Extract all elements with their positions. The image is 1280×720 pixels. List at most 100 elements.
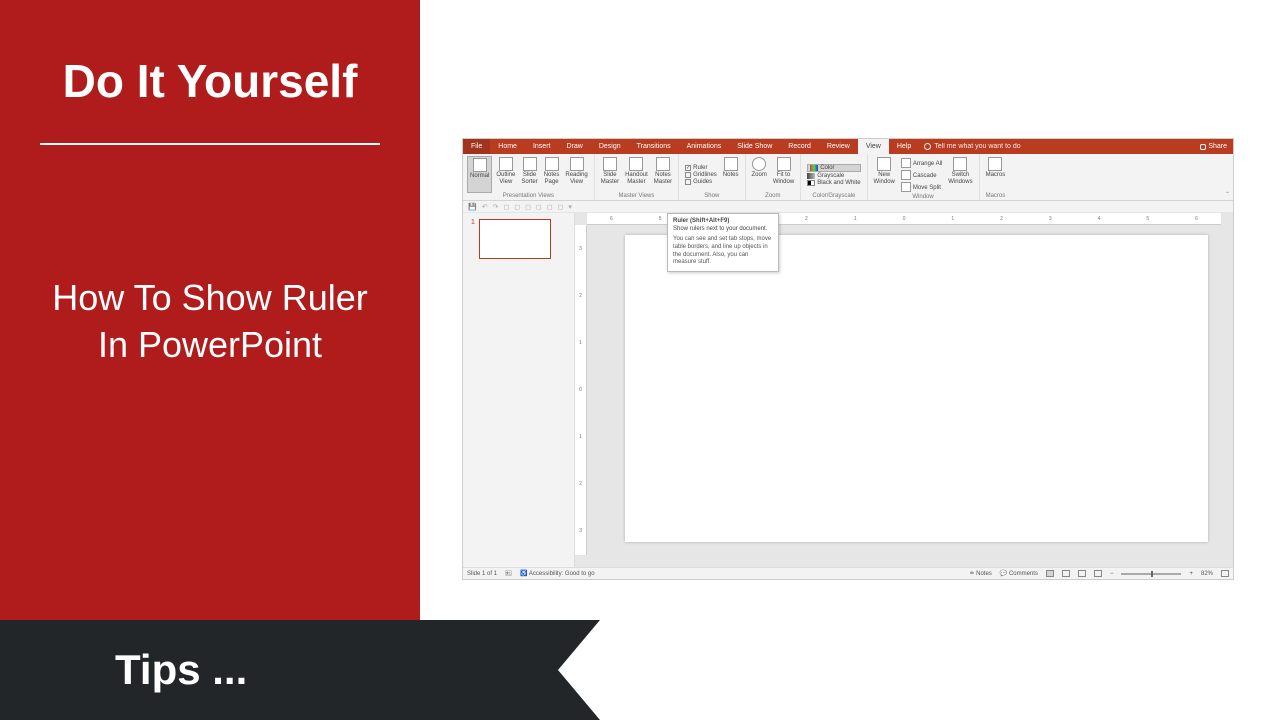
group-master-views: Slide Master Handout Master Notes Master… [595,154,679,200]
comments-button[interactable]: 💬 Comments [1000,570,1038,577]
ribbon-tabs: File Home Insert Draw Design Transitions… [463,139,1233,154]
tab-draw[interactable]: Draw [558,139,590,154]
lightbulb-icon [924,143,931,150]
macros-icon [988,157,1002,171]
lang-icon[interactable]: 🖭 [505,569,512,579]
checkbox-icon [685,179,691,185]
btn-macros[interactable]: Macros [984,156,1008,193]
tab-help[interactable]: Help [889,139,919,154]
group-show: ✓Ruler Gridlines Guides Notes Show [679,154,745,200]
notesmaster-icon [656,157,670,171]
share-button[interactable]: Share [1200,143,1227,150]
color-swatch-icon [810,165,818,171]
accessibility-status[interactable]: ♿ Accessibility: Good to go [520,570,595,577]
group-color-grayscale: Color Grayscale Black and White Color/Gr… [801,154,867,200]
btn-arrange-all[interactable]: Arrange All [901,158,942,169]
view-sorter-icon[interactable] [1062,570,1070,577]
zoom-in-button[interactable]: + [1189,571,1193,577]
tab-design[interactable]: Design [591,139,629,154]
notes-button[interactable]: ≐ Notes [969,570,991,577]
arrange-icon [901,158,911,168]
qat-item[interactable]: ◻ [547,203,553,211]
btn-grayscale[interactable]: Grayscale [807,173,860,179]
qat-save-icon[interactable]: 💾 [468,203,477,211]
tooltip-body: You can see and set tab stops, move tabl… [673,236,773,267]
view-normal-icon[interactable] [1046,570,1054,577]
zoom-icon [752,157,766,171]
tab-record[interactable]: Record [780,139,819,154]
qat-item[interactable]: ◻ [536,203,542,211]
btn-normal[interactable]: Normal [467,156,492,193]
btn-zoom[interactable]: Zoom [750,156,769,193]
group-label: Macros [986,193,1006,200]
btn-outline-view[interactable]: Outline View [494,156,517,193]
btn-cascade[interactable]: Cascade [901,170,942,181]
qat-item[interactable]: ◻ [514,203,520,211]
btn-notes[interactable]: Notes [721,156,741,193]
qat-item[interactable]: ◻ [558,203,564,211]
slidemaster-icon [603,157,617,171]
notespage-icon [545,157,559,171]
qat-redo-icon[interactable]: ↷ [493,203,499,211]
bw-swatch-icon [807,180,815,186]
banner-text: Tips ... [115,646,247,694]
checkbox-icon: ✓ [685,165,691,171]
btn-notes-page[interactable]: Notes Page [542,156,562,193]
qat-item[interactable]: ◻ [503,203,509,211]
qat-undo-icon[interactable]: ↶ [482,203,488,211]
view-slideshow-icon[interactable] [1094,570,1102,577]
thumb-number: 1 [471,219,475,259]
notes-icon [724,157,738,171]
fit-screen-icon[interactable] [1221,570,1229,577]
btn-new-window[interactable]: New Window [872,156,897,194]
btn-slide-sorter[interactable]: Slide Sorter [519,156,539,193]
tab-view[interactable]: View [858,139,889,154]
cascade-icon [901,170,911,180]
vertical-ruler[interactable]: 3210123 [575,225,587,555]
zoom-percentage[interactable]: 82% [1201,571,1213,577]
gray-swatch-icon [807,173,815,179]
slide-canvas[interactable] [625,235,1208,542]
switch-icon [953,157,967,171]
btn-handout-master[interactable]: Handout Master [623,156,650,193]
qat-more-icon[interactable]: ▾ [568,203,572,211]
chk-guides[interactable]: Guides [685,179,717,185]
btn-switch-windows[interactable]: Switch Windows [946,156,974,194]
view-reading-icon[interactable] [1078,570,1086,577]
tab-slideshow[interactable]: Slide Show [729,139,780,154]
thumbnail-item[interactable]: 1 [471,219,566,259]
group-macros: Macros Macros [980,154,1012,200]
tab-review[interactable]: Review [819,139,858,154]
zoom-knob[interactable] [1151,571,1153,577]
tell-me-search[interactable]: Tell me what you want to do [924,143,1020,150]
ruler-tooltip: Ruler (Shift+Alt+F9) Show rulers next to… [667,213,779,272]
zoom-out-button[interactable]: − [1110,571,1114,577]
share-label: Share [1208,143,1227,150]
slide-thumbnail[interactable] [479,219,551,259]
thumbnail-pane[interactable]: 1 [463,213,575,567]
group-label: Color/Grayscale [812,193,855,200]
tell-me-text: Tell me what you want to do [934,143,1020,150]
btn-slide-master[interactable]: Slide Master [599,156,621,193]
collapse-ribbon-icon[interactable]: ⌃ [1225,191,1230,198]
btn-move-split[interactable]: Move Split [901,182,942,193]
btn-reading-view[interactable]: Reading View [563,156,589,193]
zoom-slider[interactable] [1121,573,1181,575]
tab-home[interactable]: Home [490,139,525,154]
chk-gridlines[interactable]: Gridlines [685,172,717,178]
powerpoint-window: File Home Insert Draw Design Transitions… [462,138,1234,580]
btn-color[interactable]: Color [807,164,860,172]
btn-black-white[interactable]: Black and White [807,180,860,186]
workspace: 1 6543210123456 3210123 Ruler (Shift+Alt… [463,213,1233,567]
btn-notes-master[interactable]: Notes Master [652,156,674,193]
dys-title: Do It Yourself [0,0,420,138]
tab-transitions[interactable]: Transitions [629,139,679,154]
tab-animations[interactable]: Animations [679,139,730,154]
tab-file[interactable]: File [463,139,490,154]
qat-item[interactable]: ◻ [525,203,531,211]
btn-fit-window[interactable]: Fit to Window [771,156,796,193]
tab-insert[interactable]: Insert [525,139,559,154]
chk-ruler[interactable]: ✓Ruler [685,165,717,171]
group-label: Zoom [765,193,780,200]
article-title: How To Show Ruler In PowerPoint [0,145,420,369]
